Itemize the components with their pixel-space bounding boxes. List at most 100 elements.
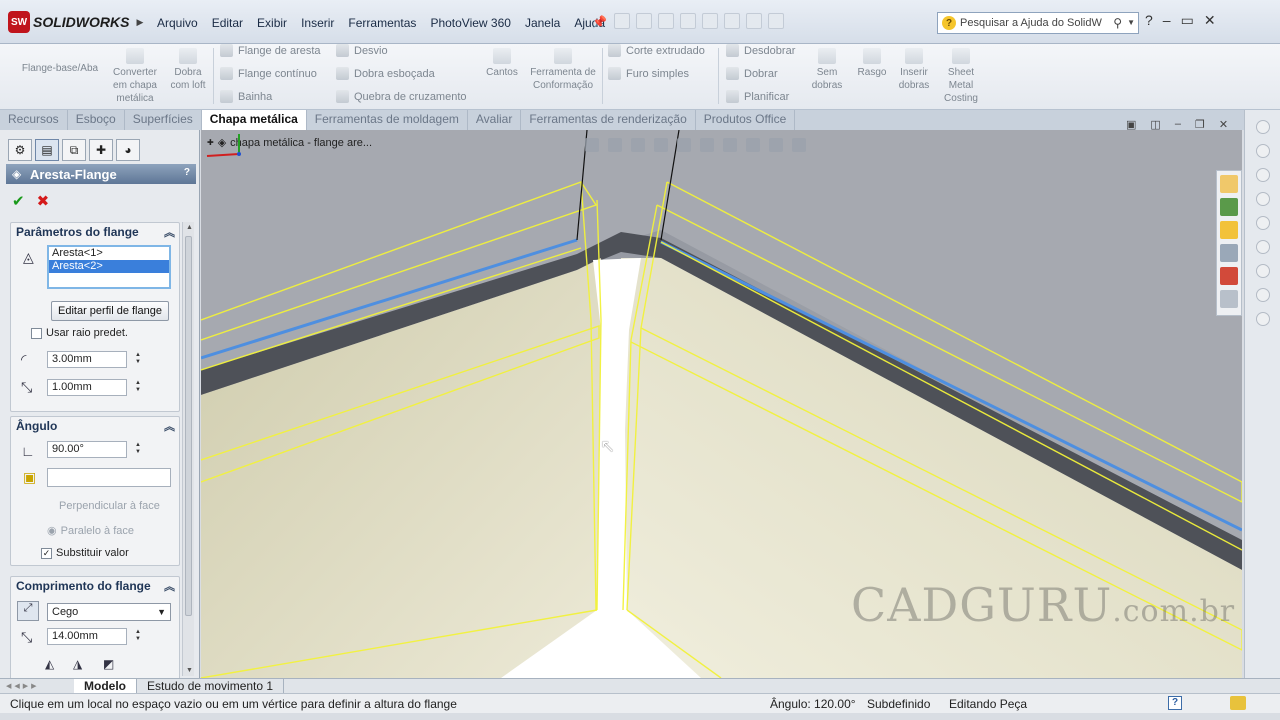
flange-length-field[interactable]: 14.00mm [47,628,127,645]
sheet-metal-costing-button[interactable]: Sheet Metal Costing [938,48,984,105]
close-icon[interactable]: ✕ [1219,118,1228,131]
bainha-button[interactable]: Bainha [220,90,272,103]
minimize-icon[interactable]: – [1163,12,1171,29]
scroll-thumb[interactable] [185,236,192,616]
save-icon[interactable] [658,13,674,29]
display-manager-icon[interactable]: ◕ [116,139,140,161]
reverse-direction-icon[interactable]: ⤢ [17,601,39,621]
spinner-icon[interactable]: ▲ ▼ [135,380,141,394]
search-input[interactable]: Pesquisar a Ajuda do SolidW [960,17,1102,29]
tool-icon[interactable] [1255,264,1270,278]
tab-modelo[interactable]: Modelo [74,679,137,693]
configuration-icon[interactable]: ⧉ [62,139,86,161]
cantos-button[interactable]: Cantos [480,48,524,79]
chevron-right-icon[interactable]: ▶ [136,17,143,28]
select-icon[interactable] [746,13,762,29]
planificar-button[interactable]: Planificar [726,90,789,103]
dobrar-button[interactable]: Dobrar [726,67,778,80]
tab-esboco[interactable]: Esboço [68,110,125,130]
restore-icon[interactable]: ▭ [1181,12,1194,29]
tab-avaliar[interactable]: Avaliar [468,110,522,130]
spinner-icon[interactable]: ▲ ▼ [135,442,141,456]
split-icon[interactable]: ◫ [1150,118,1160,131]
use-default-radius-checkbox[interactable]: Usar raio predet. [31,327,128,339]
custom-properties-icon[interactable] [1220,290,1238,308]
angle-field[interactable]: 90.00° [47,441,127,458]
options-icon[interactable] [768,13,784,29]
parallel-radio[interactable]: ◉ Paralelo à face [47,524,134,538]
tool-icon[interactable] [1255,192,1270,206]
hide-show-icon[interactable] [723,138,737,152]
help-search[interactable]: ? Pesquisar a Ajuda do SolidW ⚲ ▼ [937,12,1139,34]
property-manager-icon[interactable]: ▤ [35,139,59,161]
view-palette-icon[interactable] [1220,244,1238,262]
minimize-icon[interactable]: – [1175,118,1181,131]
flange-aresta-button[interactable]: Flange de aresta [220,44,321,57]
view-orientation-icon[interactable] [677,138,691,152]
substituir-checkbox[interactable]: ✓ Substituir valor [41,547,129,559]
chevron-down-icon[interactable]: ▼ [1127,18,1135,27]
edit-appearance-icon[interactable] [746,138,760,152]
open-icon[interactable] [636,13,652,29]
flange-continuo-button[interactable]: Flange contínuo [220,67,317,80]
menu-photoview[interactable]: PhotoView 360 [423,16,518,30]
tool-icon[interactable] [1255,168,1270,182]
edge-selection-list[interactable]: Aresta<1> Aresta<2> [47,245,171,289]
tab-estudo-movimento[interactable]: Estudo de movimento 1 [137,679,285,693]
cancel-button[interactable]: ✖ [37,192,50,210]
collapse-icon[interactable]: ︽ [164,224,175,240]
help-icon[interactable]: ? [1145,12,1153,29]
design-library-icon[interactable] [1220,198,1238,216]
tile-icon[interactable]: ▣ [1126,118,1136,131]
tool-icon[interactable] [1255,312,1270,326]
tool-icon[interactable] [1255,240,1270,254]
collapse-icon[interactable]: ︽ [164,578,175,594]
tab-scroll-arrows[interactable]: ◀◀▶▶ [0,679,74,693]
desvio-button[interactable]: Desvio [336,44,388,57]
sem-dobras-button[interactable]: Sem dobras [806,48,848,92]
group-title[interactable]: Comprimento do flange ︽ [11,577,179,595]
view-settings-icon[interactable] [792,138,806,152]
new-icon[interactable] [614,13,630,29]
feature-tree-icon[interactable]: ⚙ [8,139,32,161]
tab-produtos-office[interactable]: Produtos Office [696,110,796,130]
collapse-icon[interactable]: ︽ [164,418,175,434]
menu-ferramentas[interactable]: Ferramentas [341,16,423,30]
spinner-icon[interactable]: ▲ ▼ [135,629,141,643]
outer-virtual-sharp-icon[interactable]: ◭ [45,657,54,671]
tab-renderizacao[interactable]: Ferramentas de renderização [521,110,696,130]
checkbox-box[interactable] [31,327,42,339]
solidworks-logo[interactable]: SW SOLIDWORKS ▶ [8,10,143,34]
list-item[interactable]: Aresta<2> [49,260,169,273]
tool-icon[interactable] [1255,288,1270,302]
tab-moldagem[interactable]: Ferramentas de moldagem [307,110,468,130]
check-icon[interactable]: ✓ [41,547,52,559]
tab-superficies[interactable]: Superfícies [125,110,202,130]
furo-button[interactable]: Furo simples [608,67,689,80]
rasgo-button[interactable]: Rasgo [852,48,892,79]
menu-inserir[interactable]: Inserir [294,16,341,30]
ok-button[interactable]: ✔ [12,192,25,210]
tab-chapa-metalica[interactable]: Chapa metálica [201,110,307,130]
display-style-icon[interactable] [700,138,714,152]
group-title[interactable]: Ângulo ︽ [11,417,179,435]
zoom-fit-icon[interactable] [585,138,599,152]
close-icon[interactable]: ✕ [1204,12,1216,29]
end-condition-select[interactable]: Cego ▼ [47,603,171,621]
converter-button[interactable]: Converter em chapa metálica [106,48,164,105]
radio-icon[interactable]: ◉ [47,524,57,537]
menu-janela[interactable]: Janela [518,16,567,30]
reference-face-field[interactable] [47,468,171,487]
graphics-area[interactable]: ✚ ◈ chapa metálica - flange are... CADGU… [201,130,1242,678]
dimxpert-icon[interactable]: ✚ [89,139,113,161]
restore-icon[interactable]: ❐ [1195,118,1205,131]
pin-icon[interactable]: 📌 [592,15,607,29]
menu-arquivo[interactable]: Arquivo [150,16,205,30]
perpendicular-radio[interactable]: Perpendicular à face [59,500,160,512]
home-icon[interactable] [1220,175,1238,193]
dobra-esbocada-button[interactable]: Dobra esboçada [336,67,435,80]
menu-exibir[interactable]: Exibir [250,16,294,30]
list-item[interactable]: Aresta<1> [49,247,169,260]
chevron-down-icon[interactable]: ▼ [157,604,166,620]
flange-base-button[interactable]: Flange-base/Aba [16,62,104,75]
